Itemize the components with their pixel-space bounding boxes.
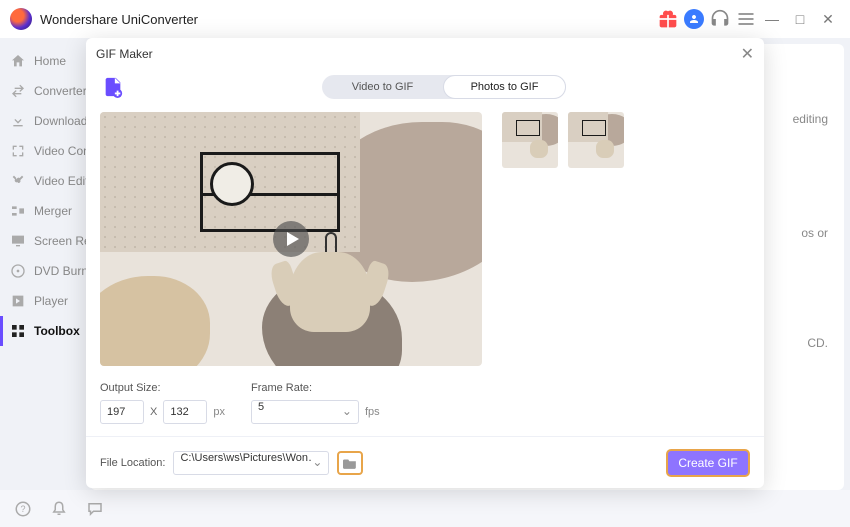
tab-photos-to-gif[interactable]: Photos to GIF [443,75,566,99]
add-file-button[interactable] [100,74,126,100]
modal-close-button[interactable]: ✕ [741,44,754,64]
sidebar-item-label: Merger [34,204,72,218]
compress-icon [10,143,26,159]
user-avatar-icon[interactable] [684,9,704,29]
feedback-icon[interactable] [86,500,104,518]
dimension-separator: X [150,406,157,418]
sidebar-item-home[interactable]: Home [0,46,90,76]
file-location-label: File Location: [100,457,165,469]
sidebar: Home Converter Downloader Video Compress… [0,38,90,490]
frame-rate-label: Frame Rate: [251,382,380,394]
grid-icon [10,323,26,339]
svg-text:?: ? [20,504,25,514]
sidebar-item-label: Toolbox [34,324,80,338]
sidebar-item-recorder[interactable]: Screen Recorder [0,226,90,256]
screen-icon [10,233,26,249]
create-gif-button[interactable]: Create GIF [666,449,750,477]
app-logo-icon [10,8,32,30]
thumbnail[interactable] [568,112,624,168]
sidebar-item-toolbox[interactable]: Toolbox [0,316,90,346]
scissors-icon [10,173,26,189]
open-folder-button[interactable] [337,451,363,475]
sidebar-item-player[interactable]: Player [0,286,90,316]
play-button[interactable] [273,221,309,257]
window-maximize-button[interactable]: □ [788,11,812,27]
fps-unit: fps [365,406,380,418]
sidebar-item-dvd[interactable]: DVD Burner [0,256,90,286]
preview-pane [100,112,482,366]
bell-icon[interactable] [50,500,68,518]
merge-icon [10,203,26,219]
file-location-select[interactable]: C:\Users\ws\Pictures\Wondersh [173,451,329,475]
output-width-input[interactable] [100,400,144,424]
window-close-button[interactable]: ✕ [816,11,840,28]
bg-text: CD. [807,336,828,350]
help-icon[interactable]: ? [14,500,32,518]
sidebar-item-compressor[interactable]: Video Compressor [0,136,90,166]
play-icon [10,293,26,309]
sidebar-item-label: Converter [34,84,87,98]
sidebar-item-converter[interactable]: Converter [0,76,90,106]
bg-text: os or [801,226,828,240]
titlebar: Wondershare UniConverter — □ ✕ [0,0,850,38]
frame-rate-select[interactable]: 5 [251,400,359,424]
sidebar-item-label: DVD Burner [34,264,90,278]
window-minimize-button[interactable]: — [760,11,784,27]
output-size-label: Output Size: [100,382,225,394]
sidebar-item-label: Video Compressor [34,144,90,158]
sidebar-item-downloader[interactable]: Downloader [0,106,90,136]
sidebar-item-label: Downloader [34,114,90,128]
mode-segmented: Video to GIF Photos to GIF [322,75,566,99]
sidebar-item-label: Home [34,54,66,68]
download-icon [10,113,26,129]
app-title: Wondershare UniConverter [40,12,198,27]
bg-text: editing [793,112,828,126]
hamburger-icon[interactable] [736,9,756,29]
footer: ? [0,490,850,527]
px-unit: px [213,406,225,418]
support-icon[interactable] [710,9,730,29]
sidebar-item-label: Screen Recorder [34,234,90,248]
disc-icon [10,263,26,279]
modal-title: GIF Maker [96,47,153,61]
gif-maker-modal: GIF Maker ✕ Video to GIF Photos to GIF [86,38,764,488]
tab-video-to-gif[interactable]: Video to GIF [322,75,443,99]
output-height-input[interactable] [163,400,207,424]
thumbnail[interactable] [502,112,558,168]
converter-icon [10,83,26,99]
sidebar-item-merger[interactable]: Merger [0,196,90,226]
home-icon [10,53,26,69]
gift-icon[interactable] [658,9,678,29]
sidebar-item-editor[interactable]: Video Editor [0,166,90,196]
sidebar-item-label: Player [34,294,68,308]
sidebar-item-label: Video Editor [34,174,90,188]
thumbnail-strip [502,112,624,366]
